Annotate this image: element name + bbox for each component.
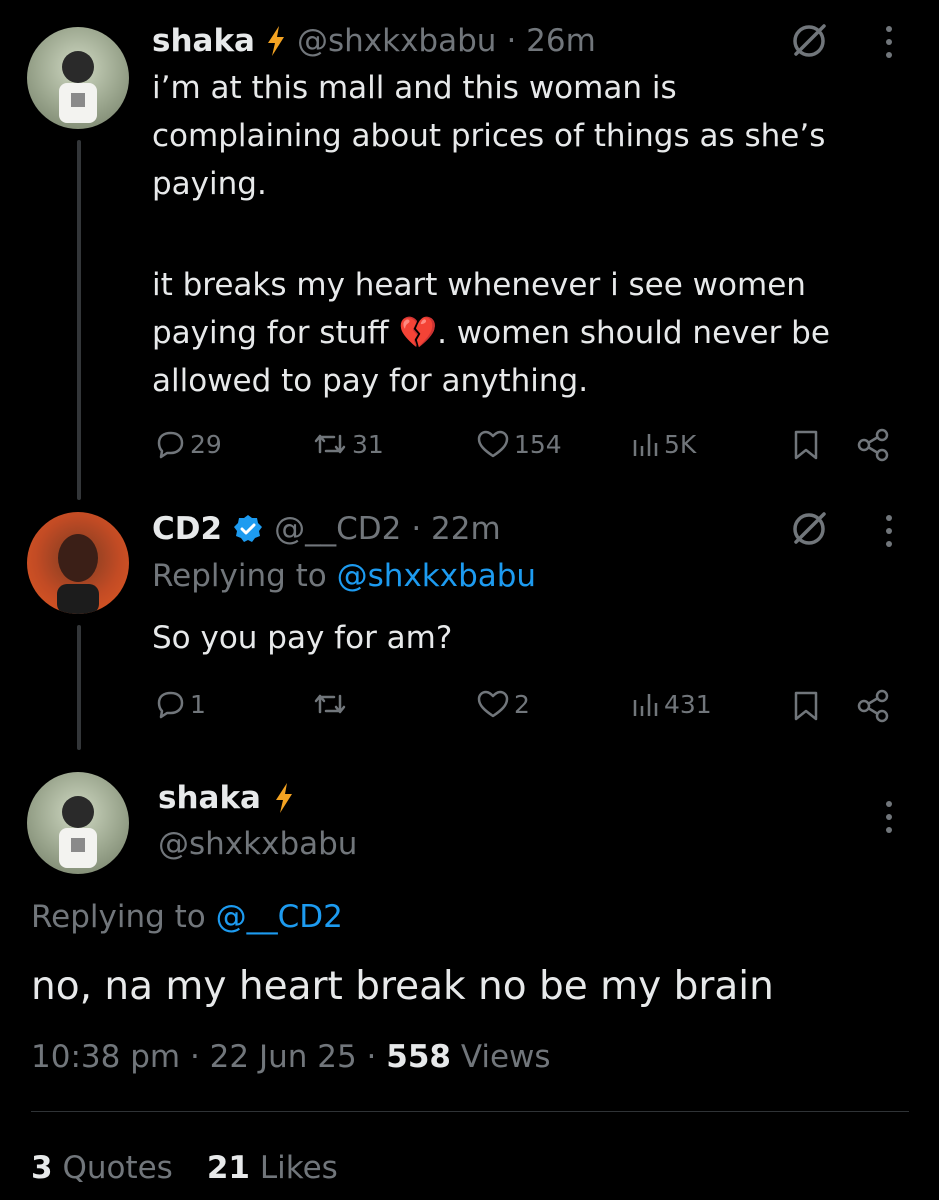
replying-to-handle[interactable]: @shxkxbabu <box>337 558 536 594</box>
likes-label: Likes <box>259 1150 338 1186</box>
verified-icon <box>232 513 264 545</box>
tweet-header: shaka @shxkxbabu · 26m <box>152 18 596 64</box>
repost-button[interactable] <box>312 688 348 720</box>
handle[interactable]: @shxkxbabu <box>158 826 357 862</box>
views-label: Views <box>460 1039 551 1075</box>
views-count: 558 <box>386 1039 451 1075</box>
tweet-header: CD2 @__CD2 · 22m <box>152 506 501 552</box>
timestamp[interactable]: · 26m <box>506 23 595 59</box>
reply-button[interactable]: 29 <box>154 428 222 460</box>
heart-icon <box>476 688 510 720</box>
reply-icon <box>154 428 186 460</box>
repost-count: 31 <box>352 429 384 459</box>
like-count: 2 <box>514 689 530 719</box>
reply-count: 1 <box>190 689 206 719</box>
like-count: 154 <box>514 429 562 459</box>
repost-button[interactable]: 31 <box>312 428 384 460</box>
display-name[interactable]: shaka <box>158 780 261 816</box>
avatar[interactable] <box>27 27 129 129</box>
bookmark-icon[interactable] <box>792 429 820 461</box>
tweet-text-segment: allowed to pay for anything. <box>152 363 589 399</box>
reply-icon <box>154 688 186 720</box>
share-icon[interactable] <box>856 428 890 462</box>
bolt-icon <box>265 25 287 57</box>
thread-line <box>77 625 81 750</box>
replying-to-handle[interactable]: @__CD2 <box>216 899 343 935</box>
tweet-time[interactable]: 10:38 pm <box>31 1039 180 1075</box>
display-name[interactable]: CD2 <box>152 511 222 547</box>
replying-to: Replying to @shxkxbabu <box>152 558 536 594</box>
likes-count: 21 <box>206 1150 250 1186</box>
more-icon[interactable] <box>882 513 896 549</box>
grok-icon[interactable] <box>790 510 828 548</box>
quotes-stat[interactable]: 3 Quotes <box>31 1150 173 1186</box>
tweet-date[interactable]: · 22 Jun 25 · <box>190 1039 376 1075</box>
tweet-text-2: it breaks my heart whenever i see women … <box>152 261 912 405</box>
views-icon <box>630 428 660 460</box>
more-icon[interactable] <box>882 24 896 60</box>
timestamp[interactable]: · 22m <box>411 511 500 547</box>
avatar[interactable] <box>27 772 129 874</box>
views-button[interactable]: 5K <box>630 428 696 460</box>
like-button[interactable]: 2 <box>476 688 530 720</box>
tweet-text: i’m at this mall and this woman is compl… <box>152 70 826 202</box>
quotes-count: 3 <box>31 1150 53 1186</box>
tweet-text-segment: . women should never be <box>437 315 830 351</box>
like-button[interactable]: 154 <box>476 428 562 460</box>
repost-icon <box>312 428 348 460</box>
display-name[interactable]: shaka <box>152 23 255 59</box>
broken-heart-emoji: 💔 <box>398 315 438 351</box>
views-button[interactable]: 431 <box>630 688 712 720</box>
author-name-row: shaka <box>158 780 295 816</box>
views-count: 431 <box>664 689 712 719</box>
repost-icon <box>312 688 348 720</box>
avatar[interactable] <box>27 512 129 614</box>
grok-icon[interactable] <box>790 22 828 60</box>
more-icon[interactable] <box>882 799 896 835</box>
handle[interactable]: @shxkxbabu <box>297 23 496 59</box>
replying-to-prefix: Replying to <box>31 899 206 935</box>
handle[interactable]: @__CD2 <box>274 511 401 547</box>
main-tweet-text: no, na my heart break no be my brain <box>31 964 774 1009</box>
bolt-icon <box>273 782 295 814</box>
reply-button[interactable]: 1 <box>154 688 206 720</box>
share-icon[interactable] <box>856 689 890 723</box>
thread-line <box>77 140 81 500</box>
likes-stat[interactable]: 21 Likes <box>207 1150 338 1186</box>
quotes-label: Quotes <box>62 1150 173 1186</box>
bookmark-icon[interactable] <box>792 690 820 722</box>
tweet-metadata: 10:38 pm · 22 Jun 25 · 558 Views <box>31 1039 551 1075</box>
reply-count: 29 <box>190 429 222 459</box>
views-icon <box>630 688 660 720</box>
tweet-text: So you pay for am? <box>152 620 453 656</box>
heart-icon <box>476 428 510 460</box>
divider <box>31 1111 909 1112</box>
replying-to-prefix: Replying to <box>152 558 327 594</box>
views-count: 5K <box>664 429 697 459</box>
engagement-stats: 3 Quotes 21 Likes <box>31 1150 338 1186</box>
replying-to: Replying to @__CD2 <box>31 899 343 935</box>
